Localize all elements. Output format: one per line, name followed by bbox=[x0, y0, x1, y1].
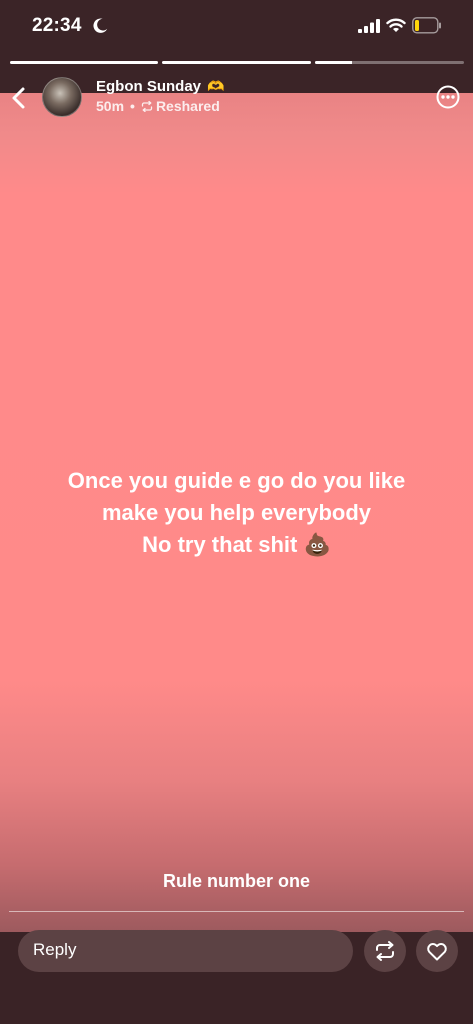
reply-input[interactable]: Reply bbox=[18, 930, 353, 972]
story-age: 50m bbox=[96, 98, 125, 114]
reshared-label: Reshared bbox=[155, 98, 220, 114]
user-name-text: Egbon Sunday bbox=[96, 78, 201, 95]
story-text-line: No try that shit 💩 bbox=[142, 532, 331, 557]
story-text-line: make you help everybody bbox=[102, 500, 371, 525]
avatar[interactable] bbox=[42, 77, 82, 117]
battery-icon bbox=[412, 17, 441, 34]
repost-button[interactable] bbox=[364, 930, 406, 972]
heart-hands-emoji: 🫶 bbox=[207, 78, 225, 94]
like-button[interactable] bbox=[416, 930, 458, 972]
heart-icon bbox=[427, 943, 447, 961]
caption-divider bbox=[9, 911, 464, 912]
story-meta: 50m • Reshared bbox=[96, 98, 220, 114]
story-caption: Rule number one bbox=[162, 871, 310, 891]
story-text-line: Once you guide e go do you like bbox=[67, 468, 406, 493]
progress-segment bbox=[315, 61, 464, 64]
story-text: Once you guide e go do you like make you… bbox=[20, 465, 453, 561]
user-name[interactable]: Egbon Sunday 🫶 bbox=[96, 78, 225, 95]
story-progress-bar bbox=[0, 61, 473, 65]
status-time: 22:34 bbox=[32, 15, 82, 36]
story-footer: Reply bbox=[0, 930, 473, 1024]
cellular-signal-icon bbox=[358, 19, 380, 33]
wifi-icon bbox=[386, 18, 406, 32]
meta-separator: • bbox=[130, 98, 135, 114]
story-header: Egbon Sunday 🫶 50m • Reshared bbox=[0, 72, 473, 120]
status-bar: 22:34 bbox=[0, 0, 473, 54]
back-arrow-icon[interactable] bbox=[10, 86, 28, 110]
moon-icon bbox=[93, 18, 108, 33]
reshare-icon bbox=[141, 101, 153, 112]
repost-icon bbox=[376, 941, 394, 961]
progress-segment bbox=[10, 61, 158, 64]
progress-segment bbox=[162, 61, 311, 64]
more-options-icon[interactable] bbox=[436, 85, 460, 109]
reply-placeholder: Reply bbox=[33, 940, 77, 959]
